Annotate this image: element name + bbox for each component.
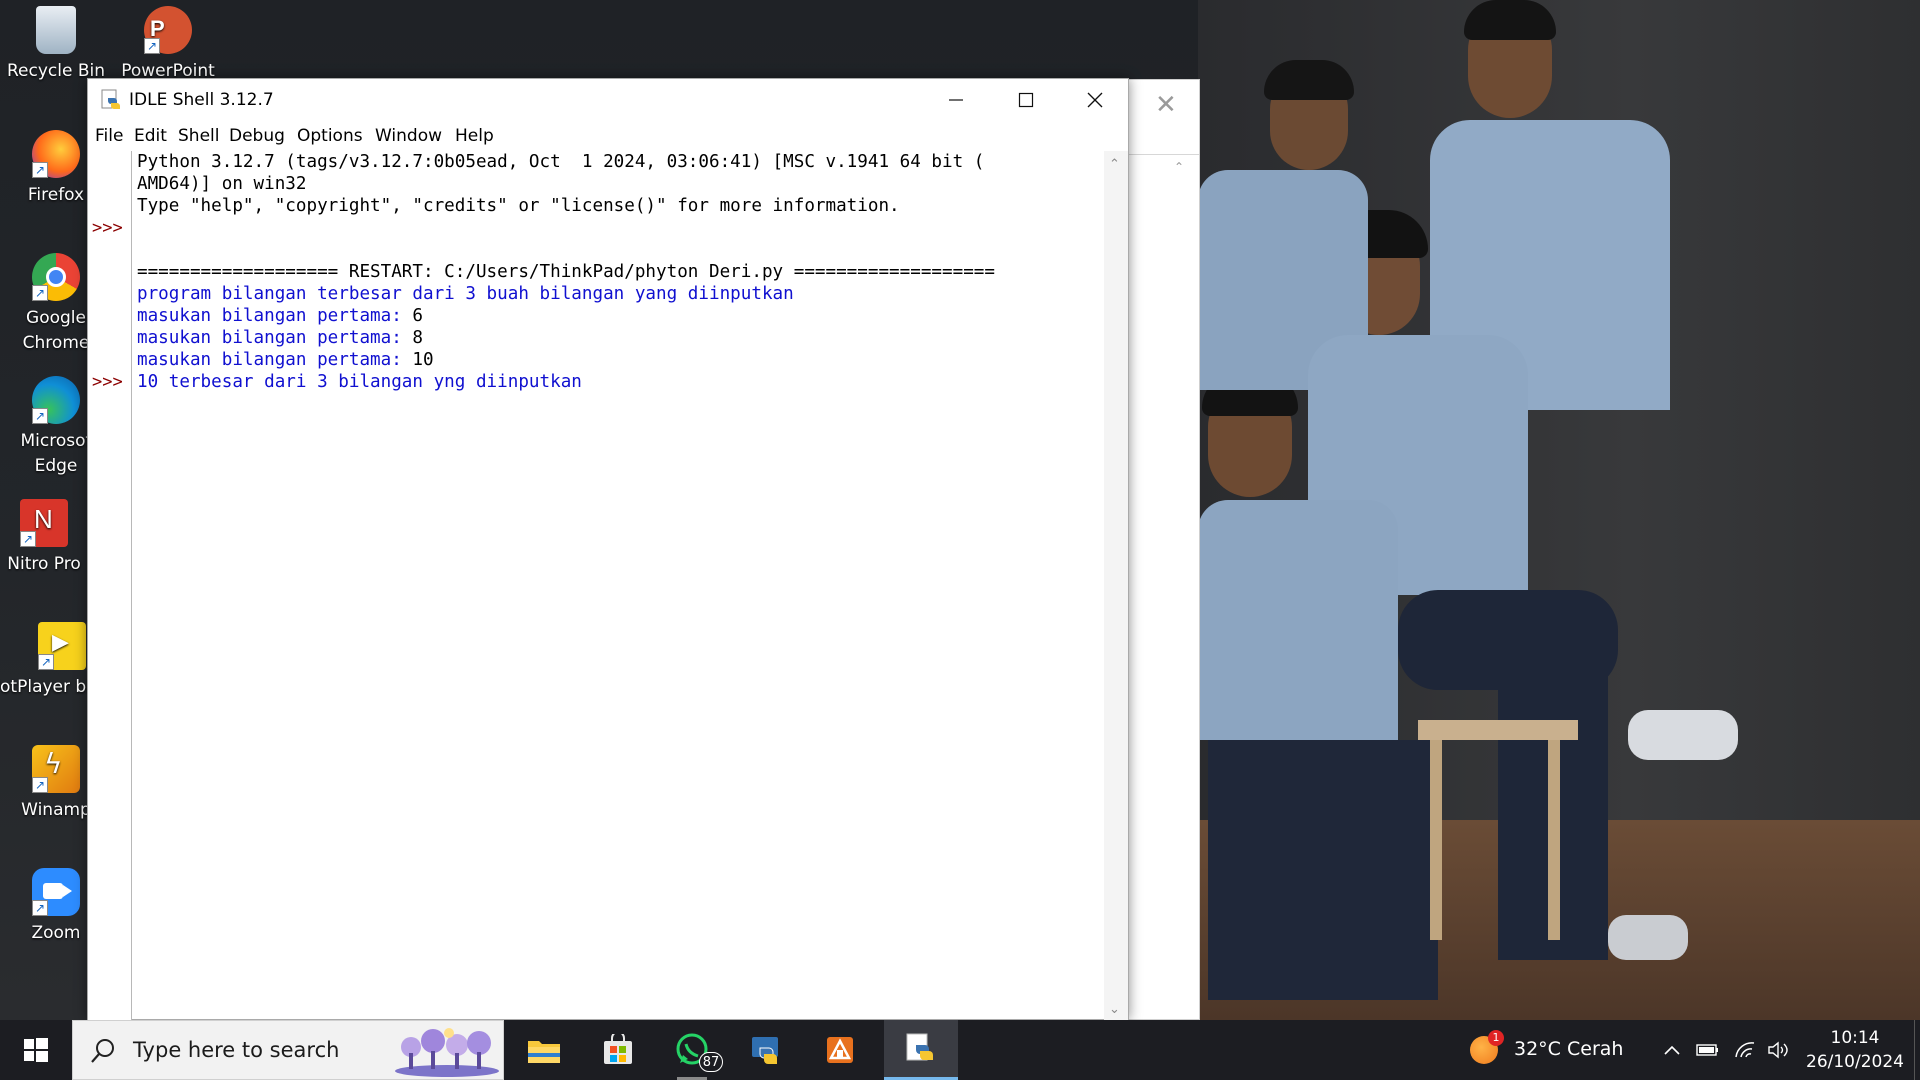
title-bar[interactable]: IDLE Shell 3.12.7	[88, 79, 1128, 121]
menu-edit[interactable]: Edit	[134, 126, 167, 146]
menu-window[interactable]: Window	[375, 126, 442, 146]
shell-line: Python 3.12.7 (tags/v3.12.7:0b05ead, Oct…	[137, 152, 985, 172]
weather-widget[interactable]: 1 32°C Cerah	[1462, 1020, 1642, 1080]
desktop-icon-recycle-bin[interactable]: Recycle Bin	[2, 6, 110, 84]
taskbar-microsoft-store[interactable]	[581, 1020, 655, 1080]
input-prompt-text: masukan bilangan pertama:	[137, 350, 413, 370]
close-icon	[1087, 92, 1103, 108]
speaker-icon	[1768, 1041, 1788, 1059]
office-app-icon	[827, 1037, 853, 1063]
shell-line: program bilangan terbesar dari 3 buah bi…	[137, 284, 794, 304]
input-prompt-text: masukan bilangan pertama:	[137, 306, 413, 326]
python-icon	[101, 89, 120, 109]
menu-options[interactable]: Options	[297, 126, 363, 146]
menu-bar: File Edit Shell Debug Options Window Hel…	[88, 121, 1128, 151]
input-line: masukan bilangan pertama: 10	[137, 349, 434, 371]
clock-date: 26/10/2024	[1806, 1052, 1904, 1072]
network-tray[interactable]	[1733, 1038, 1757, 1062]
taskbar-file-explorer[interactable]	[507, 1020, 581, 1080]
windows-icon	[24, 1038, 48, 1062]
show-desktop-button[interactable]	[1914, 1020, 1920, 1080]
scroll-down-icon[interactable]: ⌄	[1109, 1002, 1120, 1017]
desktop-icon-potplayer[interactable]: ▶ ↗ PotPlayer bit	[0, 622, 98, 700]
taskbar-python[interactable]	[729, 1020, 803, 1080]
window-title: IDLE Shell 3.12.7	[129, 90, 274, 110]
prompt-gutter: >>> >>>	[88, 151, 132, 1021]
search-box[interactable]: Type here to search	[72, 1020, 504, 1080]
shell-output[interactable]: Python 3.12.7 (tags/v3.12.7:0b05ead, Oct…	[137, 151, 1097, 1021]
minimize-button[interactable]	[921, 79, 991, 121]
shell-editor[interactable]: >>> >>> Python 3.12.7 (tags/v3.12.7:0b05…	[88, 151, 1128, 1021]
winamp-icon: ϟ ↗	[32, 745, 80, 793]
firefox-icon: ↗	[32, 130, 80, 178]
potplayer-icon: ▶ ↗	[38, 622, 86, 670]
input-line: masukan bilangan pertama: 6	[137, 305, 423, 327]
idle-icon	[906, 1033, 933, 1060]
wifi-icon	[1735, 1042, 1755, 1058]
background-window[interactable]: ✕ ⌃	[1128, 79, 1200, 1020]
weather-text: 32°C Cerah	[1514, 1038, 1624, 1060]
folder-icon	[528, 1041, 560, 1063]
prompt: >>>	[92, 218, 123, 238]
battery-tray[interactable]	[1696, 1038, 1720, 1062]
user-input: 10	[412, 350, 434, 370]
menu-shell[interactable]: Shell	[178, 126, 219, 146]
menu-debug[interactable]: Debug	[229, 126, 285, 146]
chevron-up-icon	[1664, 1045, 1680, 1055]
vertical-scrollbar[interactable]: ⌃ ⌄	[1104, 151, 1128, 1021]
clock[interactable]: 10:14 26/10/2024	[1800, 1026, 1910, 1074]
taskbar-office-app[interactable]	[803, 1020, 877, 1080]
desktop-icon-nitro-pro[interactable]: N ↗ Nitro Pro	[0, 499, 98, 577]
edge-icon: ↗	[32, 376, 80, 424]
divider	[1129, 154, 1199, 155]
menu-help[interactable]: Help	[455, 126, 494, 146]
search-icon	[91, 1039, 114, 1063]
shell-line: Type "help", "copyright", "credits" or "…	[137, 196, 900, 216]
search-placeholder: Type here to search	[133, 1038, 340, 1062]
input-line: masukan bilangan pertama: 8	[137, 327, 423, 349]
wallpaper-photo	[1198, 0, 1920, 1020]
notification-badge: 1	[1488, 1030, 1504, 1046]
restart-line: =================== RESTART: C:/Users/Th…	[137, 262, 995, 282]
user-input: 6	[412, 306, 423, 326]
maximize-button[interactable]	[991, 79, 1061, 121]
powerpoint-icon: P ↗	[144, 6, 192, 54]
menu-file[interactable]: File	[95, 126, 123, 146]
desktop-icon-label: Nitro Pro	[7, 554, 81, 574]
battery-icon	[1696, 1044, 1718, 1056]
scroll-up-icon[interactable]: ⌃	[1109, 157, 1120, 172]
shell-line: AMD64)] on win32	[137, 174, 307, 194]
minimize-icon	[949, 99, 963, 101]
input-prompt-text: masukan bilangan pertama:	[137, 328, 413, 348]
store-icon	[604, 1034, 632, 1064]
desktop-icon-label: PotPlayer bit	[0, 677, 98, 697]
python-icon	[752, 1037, 778, 1064]
close-button[interactable]	[1060, 79, 1130, 121]
search-highlight-illustration	[395, 1028, 499, 1077]
shell-line: 10 terbesar dari 3 bilangan yng diinputk…	[137, 372, 582, 392]
taskbar-idle[interactable]	[884, 1020, 958, 1080]
maximize-icon	[1018, 92, 1034, 108]
idle-shell-window[interactable]: IDLE Shell 3.12.7 File Edit Shell Debug …	[87, 78, 1129, 1021]
user-input: 8	[412, 328, 423, 348]
volume-tray[interactable]	[1766, 1038, 1790, 1062]
chrome-icon: ↗	[32, 253, 80, 301]
recycle-bin-icon	[36, 6, 76, 54]
desktop-icon-powerpoint[interactable]: P ↗ PowerPoint	[114, 6, 222, 84]
zoom-icon: ↗	[32, 868, 80, 916]
taskbar-whatsapp[interactable]: 87	[655, 1020, 729, 1080]
prompt: >>>	[92, 372, 123, 392]
show-hidden-icons[interactable]	[1660, 1038, 1684, 1062]
close-icon[interactable]: ✕	[1155, 92, 1177, 118]
taskbar: Type here to search 87 1 32°C Cerah 10:1…	[0, 1020, 1920, 1080]
start-button[interactable]	[0, 1020, 72, 1080]
clock-time: 10:14	[1830, 1028, 1880, 1048]
scroll-up-icon[interactable]: ⌃	[1174, 160, 1184, 174]
notification-badge: 87	[699, 1052, 723, 1072]
nitro-pro-icon: N ↗	[20, 499, 68, 547]
